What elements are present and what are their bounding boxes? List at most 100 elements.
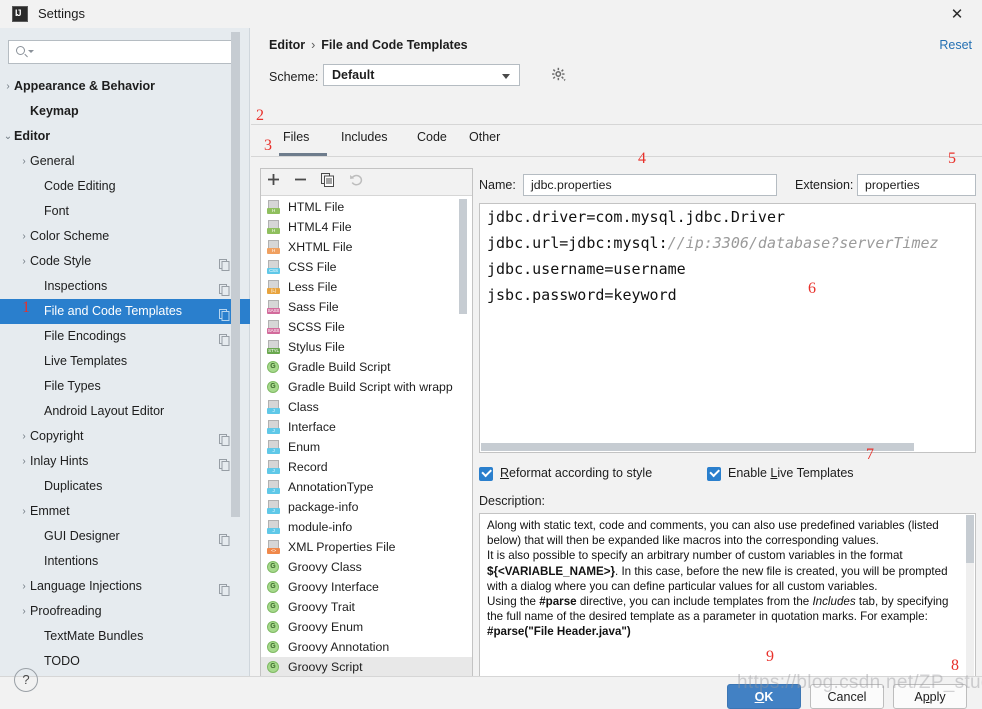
template-list-item[interactable]: J Enum	[261, 437, 472, 457]
chevron-icon[interactable]: ›	[18, 574, 30, 599]
template-list-item[interactable]: G Gradle Build Script	[261, 357, 472, 377]
file-icon: J	[267, 400, 282, 414]
description-scrollbar[interactable]	[966, 515, 974, 677]
groovy-icon: G	[267, 600, 282, 614]
chevron-icon[interactable]: ›	[18, 149, 30, 174]
sidebar-item-file-and-code-templates[interactable]: File and Code Templates	[0, 299, 250, 324]
sidebar-item-inspections[interactable]: Inspections	[0, 274, 250, 299]
copy-template-button[interactable]	[321, 173, 340, 192]
template-list-item[interactable]: J Interface	[261, 417, 472, 437]
tab-files[interactable]: Files	[283, 130, 309, 144]
template-list-item[interactable]: G Groovy Annotation	[261, 637, 472, 657]
sidebar-item-editor[interactable]: ⌄ Editor	[0, 124, 250, 149]
code-text: jdbc.username=username	[487, 260, 686, 278]
template-code-editor[interactable]: jdbc.driver=com.mysql.jdbc.Driver jdbc.ur…	[479, 203, 976, 453]
sidebar-item-file-encodings[interactable]: File Encodings	[0, 324, 250, 349]
template-list-item[interactable]: G Groovy Trait	[261, 597, 472, 617]
editor-horizontal-scrollbar[interactable]	[481, 443, 914, 451]
sidebar-item-color-scheme[interactable]: › Color Scheme	[0, 224, 250, 249]
p3-pre: Using the	[487, 595, 540, 609]
template-list-item[interactable]: Jmodule-info	[261, 517, 472, 537]
gear-icon[interactable]	[551, 67, 567, 83]
template-list-item[interactable]: J AnnotationType	[261, 477, 472, 497]
chevron-icon[interactable]: ⌄	[2, 124, 14, 149]
template-list-item[interactable]: G Groovy Script	[261, 657, 472, 677]
chevron-icon[interactable]: ›	[18, 499, 30, 524]
template-list-item[interactable]: CSS CSS File	[261, 257, 472, 277]
template-list-item[interactable]: G Gradle Build Script with wrapp	[261, 377, 472, 397]
remove-template-button[interactable]	[294, 173, 313, 192]
template-name: Sass File	[288, 300, 339, 314]
copy-icon	[219, 530, 230, 546]
scheme-select[interactable]: Default	[323, 64, 520, 86]
sidebar-item-live-templates[interactable]: Live Templates	[0, 349, 250, 374]
template-list-item[interactable]: J Record	[261, 457, 472, 477]
sidebar-item-textmate-bundles[interactable]: TextMate Bundles	[0, 624, 250, 649]
breadcrumb-parent[interactable]: Editor	[269, 38, 305, 52]
template-name: SCSS File	[288, 320, 345, 334]
template-list-item[interactable]: J Class	[261, 397, 472, 417]
template-list-item[interactable]: G Groovy Enum	[261, 617, 472, 637]
template-list-item[interactable]: SASS Sass File	[261, 297, 472, 317]
sidebar-item-inlay-hints[interactable]: › Inlay Hints	[0, 449, 250, 474]
template-list-item[interactable]: H HTML4 File	[261, 217, 472, 237]
tab-includes[interactable]: Includes	[341, 130, 388, 144]
sidebar-item-duplicates[interactable]: Duplicates	[0, 474, 250, 499]
template-list-scrollbar[interactable]	[459, 199, 467, 314]
name-input[interactable]: jdbc.properties	[523, 174, 777, 196]
template-list[interactable]: H HTML File H HTML4 File H XHTML File CSS CSS F…	[261, 197, 472, 679]
file-icon: J	[267, 460, 282, 474]
chevron-icon[interactable]: ›	[18, 249, 30, 274]
template-list-toolbar	[261, 169, 472, 196]
annotation-number: 1	[22, 299, 30, 316]
add-template-button[interactable]	[267, 173, 286, 192]
template-list-item[interactable]: STYL Stylus File	[261, 337, 472, 357]
reset-link[interactable]: Reset	[939, 38, 972, 52]
sidebar-item-general[interactable]: › General	[0, 149, 250, 174]
sidebar-item-todo[interactable]: TODO	[0, 649, 250, 674]
template-list-item[interactable]: H XHTML File	[261, 237, 472, 257]
help-button[interactable]: ?	[14, 668, 38, 692]
tab-code[interactable]: Code	[417, 130, 447, 144]
sidebar-item-copyright[interactable]: › Copyright	[0, 424, 250, 449]
close-icon[interactable]: ✕	[944, 5, 970, 25]
sidebar-item-label: Android Layout Editor	[44, 404, 165, 418]
template-list-item[interactable]: H HTML File	[261, 197, 472, 217]
sidebar-item-gui-designer[interactable]: GUI Designer	[0, 524, 250, 549]
extension-input[interactable]: properties	[857, 174, 976, 196]
sidebar-item-keymap[interactable]: Keymap	[0, 99, 250, 124]
annotation-number: 5	[948, 150, 956, 167]
search-input[interactable]	[8, 40, 240, 64]
sidebar-item-file-types[interactable]: File Types	[0, 374, 250, 399]
sidebar-item-emmet[interactable]: › Emmet	[0, 499, 250, 524]
sidebar-item-android-layout-editor[interactable]: Android Layout Editor	[0, 399, 250, 424]
sidebar-item-font[interactable]: Font	[0, 199, 250, 224]
template-name: Class	[288, 400, 319, 414]
sidebar-item-appearance-behavior[interactable]: › Appearance & Behavior	[0, 74, 250, 99]
template-list-item[interactable]: {L} Less File	[261, 277, 472, 297]
sidebar-item-language-injections[interactable]: › Language Injections	[0, 574, 250, 599]
annotation-number: 7	[866, 446, 874, 463]
template-list-item[interactable]: <> XML Properties File	[261, 537, 472, 557]
chevron-icon[interactable]: ›	[2, 74, 14, 99]
code-text: jsbc.password=keyword	[487, 286, 677, 304]
tab-other[interactable]: Other	[469, 130, 500, 144]
sidebar-scrollbar[interactable]	[231, 32, 240, 517]
chevron-icon[interactable]: ›	[18, 224, 30, 249]
template-list-item[interactable]: SASS SCSS File	[261, 317, 472, 337]
intellij-idea-icon: IJ	[12, 6, 28, 22]
chevron-icon[interactable]: ›	[18, 424, 30, 449]
template-list-item[interactable]: Jpackage-info	[261, 497, 472, 517]
template-list-item[interactable]: G Groovy Class	[261, 557, 472, 577]
scheme-value: Default	[332, 68, 375, 82]
template-name: XHTML File	[288, 240, 353, 254]
chevron-icon[interactable]: ›	[18, 449, 30, 474]
sidebar-item-code-style[interactable]: › Code Style	[0, 249, 250, 274]
sidebar-item-intentions[interactable]: Intentions	[0, 549, 250, 574]
copy-icon	[219, 580, 230, 596]
template-name: Groovy Trait	[288, 600, 355, 614]
template-list-item[interactable]: G Groovy Interface	[261, 577, 472, 597]
chevron-icon[interactable]: ›	[18, 599, 30, 624]
sidebar-item-code-editing[interactable]: Code Editing	[0, 174, 250, 199]
sidebar-item-proofreading[interactable]: › Proofreading	[0, 599, 250, 624]
